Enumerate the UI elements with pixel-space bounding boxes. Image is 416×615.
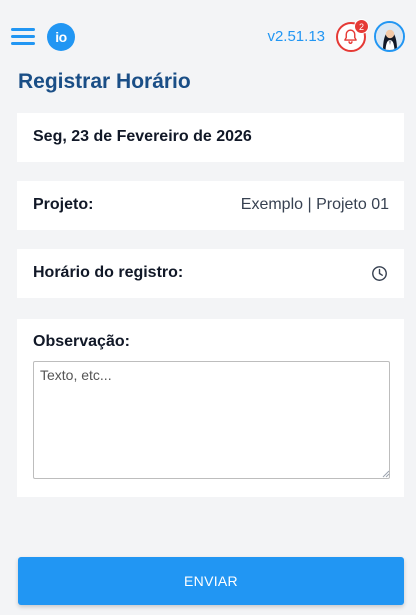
project-label: Projeto: (33, 196, 94, 213)
page-title: Registrar Horário (18, 70, 191, 93)
date-display: Seg, 23 de Fevereiro de 2026 (33, 128, 252, 145)
user-avatar[interactable] (374, 21, 405, 52)
observation-textarea[interactable] (33, 361, 390, 479)
date-card[interactable]: Seg, 23 de Fevereiro de 2026 (17, 113, 404, 162)
user-avatar-icon (376, 23, 403, 50)
app-logo: io (47, 23, 75, 51)
notification-count-badge: 2 (354, 19, 369, 34)
observation-label: Observação: (33, 333, 130, 350)
time-label: Horário do registro: (33, 264, 184, 281)
observation-card: Observação: (17, 319, 404, 497)
clock-icon[interactable] (371, 265, 388, 282)
project-value: Exemplo | Projeto 01 (240, 196, 389, 213)
resize-handle-icon[interactable] (382, 470, 390, 478)
top-app-bar: io v2.51.13 2 (0, 0, 416, 74)
submit-button[interactable]: ENVIAR (18, 557, 404, 605)
project-selector[interactable]: Projeto: Exemplo | Projeto 01 (17, 181, 404, 230)
hamburger-menu-icon[interactable] (11, 28, 35, 46)
version-label: v2.51.13 (267, 28, 325, 45)
time-picker[interactable]: Horário do registro: (17, 249, 404, 298)
